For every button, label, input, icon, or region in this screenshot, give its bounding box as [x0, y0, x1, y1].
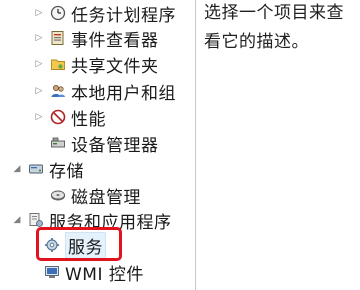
expand-arrow-icon[interactable]: ▷ [34, 33, 44, 43]
expand-arrow-icon[interactable]: ▷ [34, 86, 44, 96]
tree-item-device-manager[interactable]: 设备管理器 [34, 129, 159, 157]
disk-icon [50, 187, 66, 203]
tree-item-disk-management[interactable]: 磁盘管理 [34, 181, 141, 209]
expand-arrow-icon[interactable]: ▷ [34, 112, 44, 122]
performance-icon [50, 109, 66, 125]
pane-divider[interactable] [195, 0, 196, 290]
clock-icon [50, 5, 66, 21]
tree-item-label: 性能 [71, 109, 106, 130]
tree-item-local-users-groups[interactable]: ▷ 本地用户和组 [34, 77, 176, 105]
tree-item-label: 共享文件夹 [71, 56, 159, 77]
tree-item-label: 本地用户和组 [71, 83, 176, 104]
tree-item-wmi-control[interactable]: WMI 控件 [44, 258, 144, 286]
wmi-icon [44, 264, 60, 280]
highlight-box [36, 227, 122, 261]
tree-item-performance[interactable]: ▷ 性能 [34, 103, 106, 131]
event-viewer-icon [50, 30, 66, 46]
expand-arrow-icon[interactable]: ▷ [34, 59, 44, 69]
tree-item-shared-folders[interactable]: ▷ 共享文件夹 [34, 50, 159, 78]
tree-item-label: WMI 控件 [65, 264, 144, 285]
collapse-arrow-icon[interactable]: ◢ [12, 164, 22, 174]
tree-item-task-scheduler[interactable]: ▷ 任务计划程序 [34, 0, 176, 27]
collapse-arrow-icon[interactable]: ◢ [12, 215, 22, 225]
services-apps-icon [28, 212, 44, 228]
expand-arrow-icon[interactable]: ▷ [34, 8, 44, 18]
detail-pane: 选择一个项目来查看它的描述。 [204, 0, 360, 290]
description-text: 选择一个项目来查看它的描述。 [204, 3, 344, 52]
users-icon [50, 83, 66, 99]
tree-item-event-viewer[interactable]: ▷ 事件查看器 [34, 24, 159, 52]
tree-item-label: 事件查看器 [71, 30, 159, 51]
tree-item-label: 设备管理器 [71, 135, 159, 156]
tree-item-storage[interactable]: ◢ 存储 [12, 155, 84, 183]
navigation-tree: ▷ 任务计划程序 ▷ 事件查看器 ▷ 共享文件夹 ▷ 本地用户和组 ▷ 性能 设… [0, 0, 195, 290]
storage-icon [28, 161, 44, 177]
tree-item-label: 任务计划程序 [71, 5, 176, 26]
device-manager-icon [50, 135, 66, 151]
tree-item-label: 存储 [49, 161, 84, 182]
tree-item-label: 磁盘管理 [71, 187, 141, 208]
shared-folder-icon [50, 56, 66, 72]
